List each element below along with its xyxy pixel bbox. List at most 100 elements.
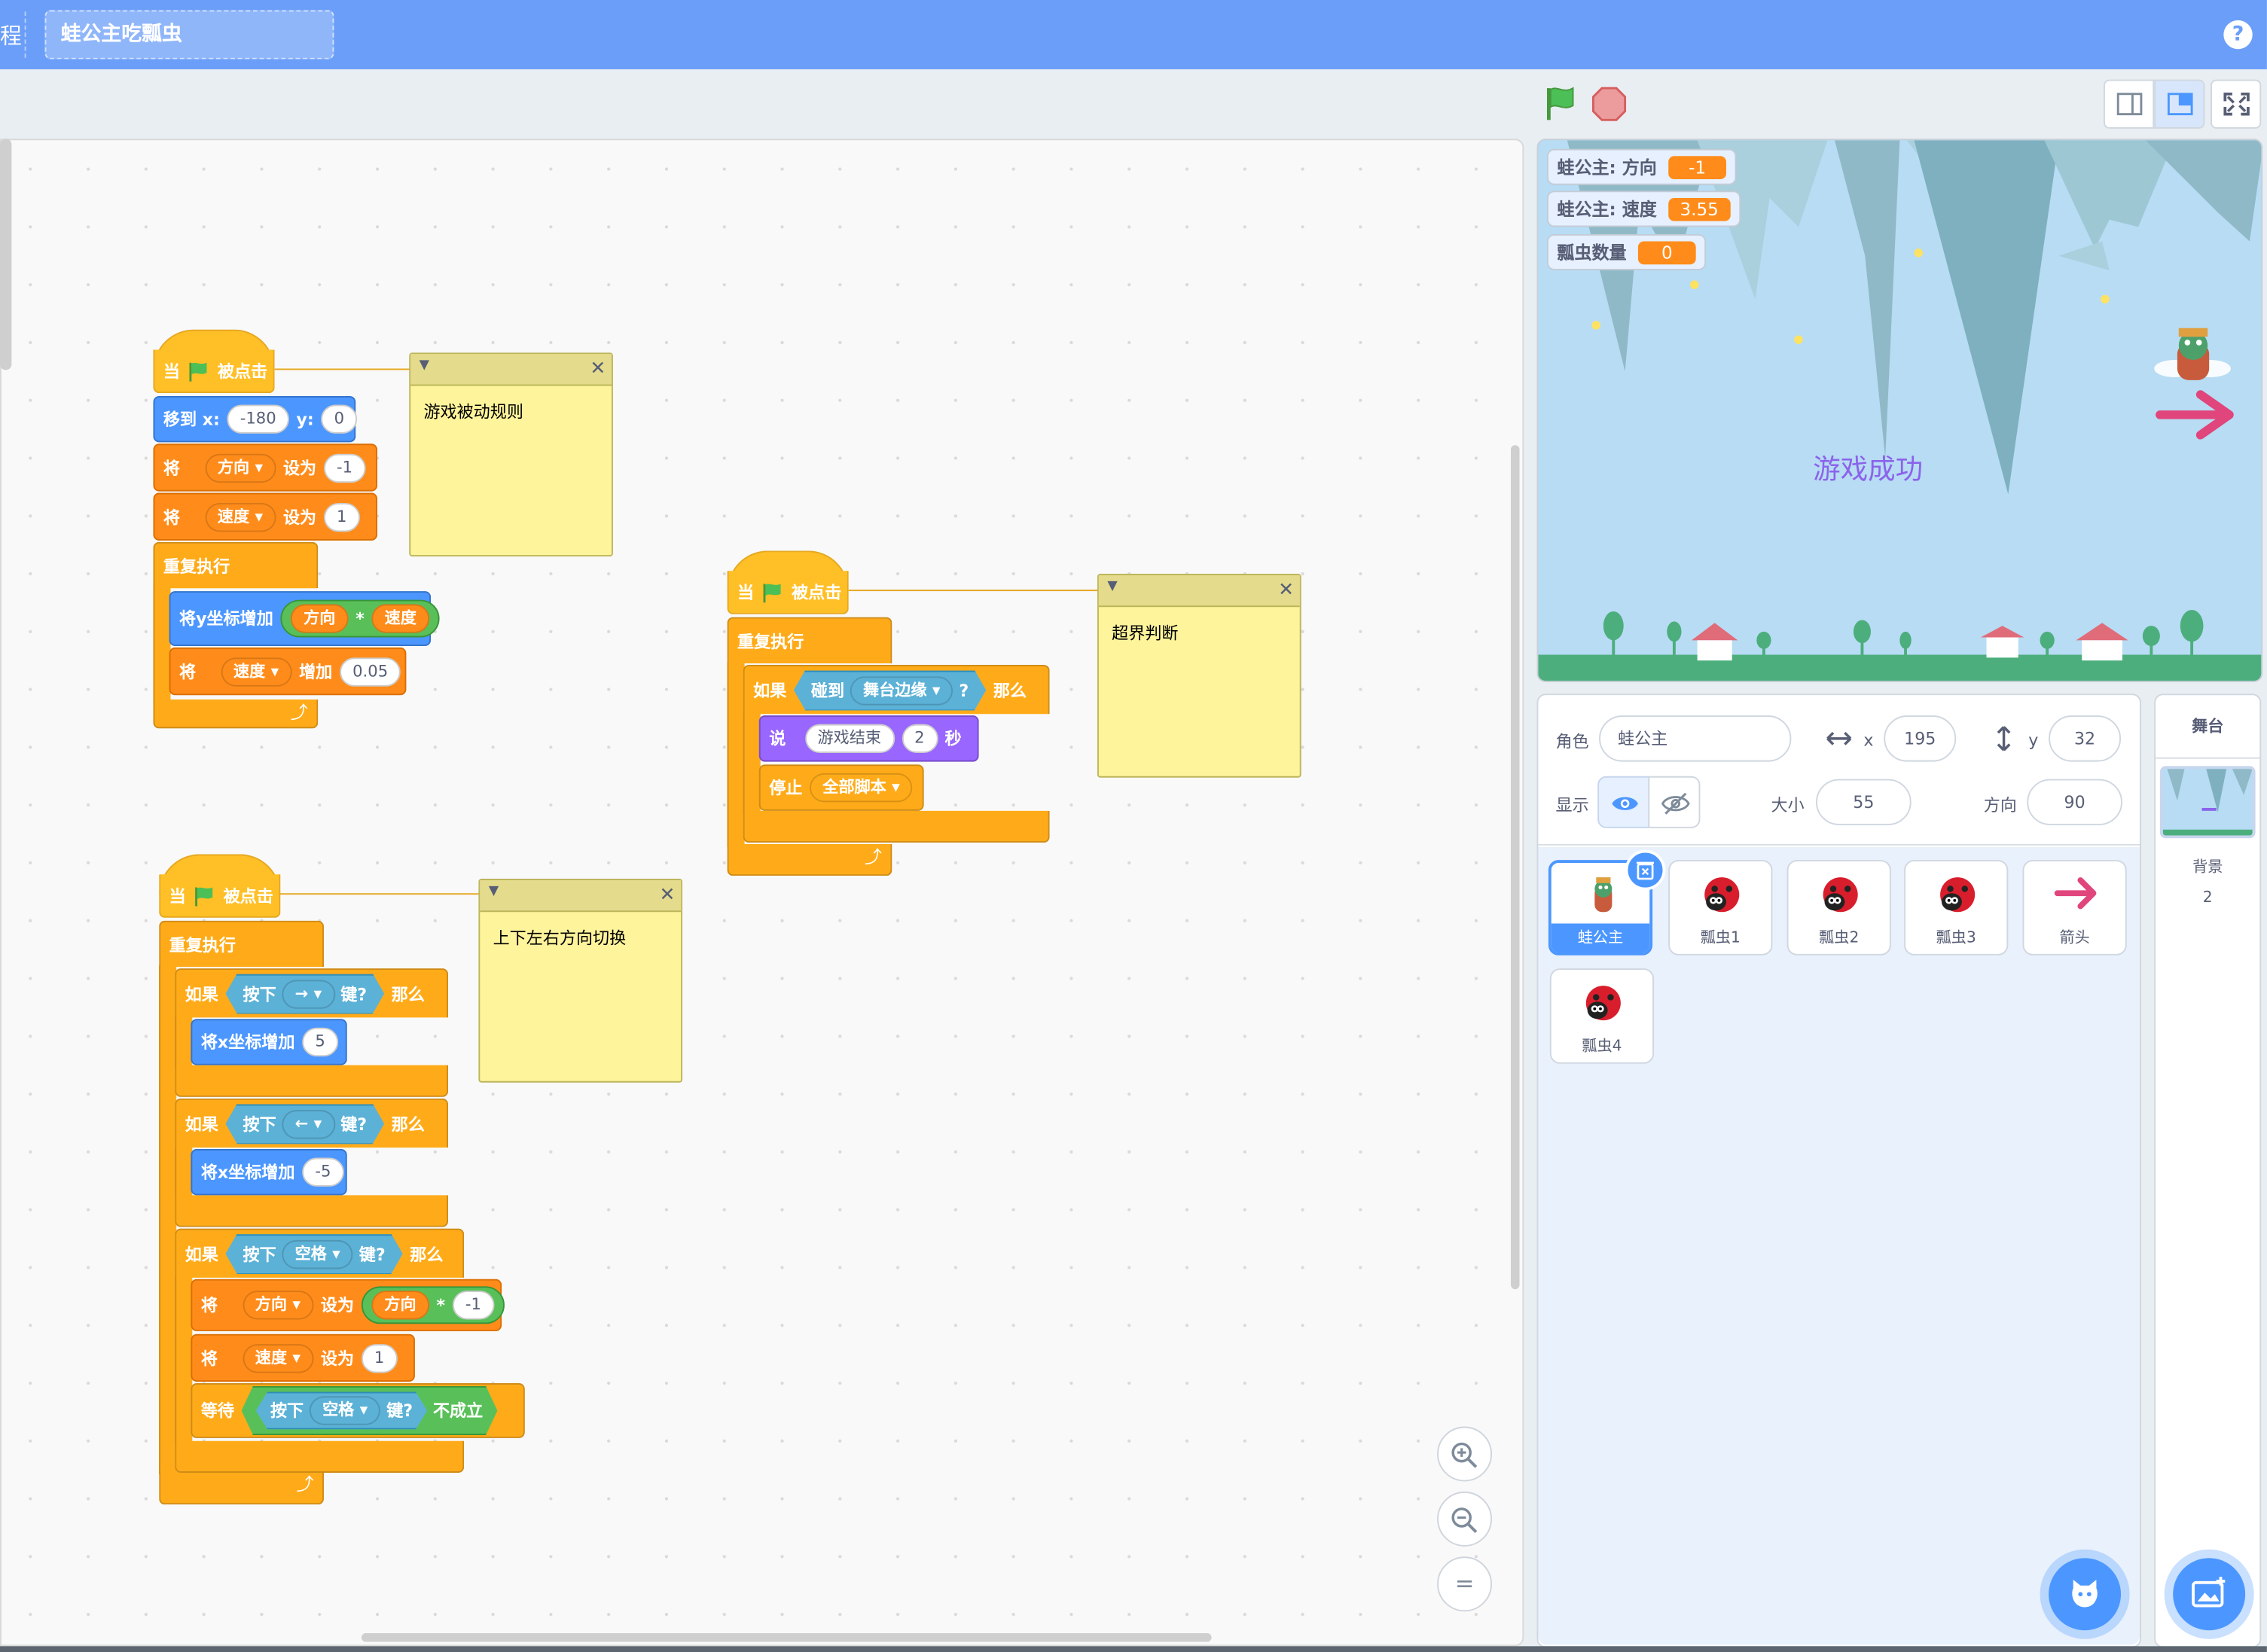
stop-option-dropdown[interactable]: 全部脚本 ▾: [809, 773, 913, 803]
close-icon[interactable]: ✕: [660, 885, 676, 907]
small-stage-button[interactable]: [2104, 79, 2155, 129]
speed-reporter[interactable]: 速度: [371, 604, 430, 633]
when-flag-clicked-block[interactable]: 当 被点击: [153, 349, 275, 394]
comment-note[interactable]: ▼ ✕ 上下左右方向切换: [478, 879, 683, 1083]
say-secs-input[interactable]: 2: [901, 724, 938, 754]
help-icon[interactable]: ?: [2223, 20, 2253, 50]
change-y-block[interactable]: 将y坐标增加 方向 * 速度: [169, 591, 440, 647]
sprite-tile[interactable]: 瓢虫4: [1549, 968, 1655, 1064]
zoom-out-button[interactable]: [1437, 1491, 1493, 1547]
x-input[interactable]: 195: [1884, 715, 1957, 762]
collapse-icon[interactable]: ▼: [1107, 580, 1117, 594]
not-operator[interactable]: 按下 空格 ▾ 键? 不成立: [242, 1386, 498, 1435]
set-speed-block[interactable]: 将 速度 ▾ 设为 1: [153, 492, 378, 541]
stop-icon[interactable]: [1591, 87, 1627, 121]
key-pressed-condition[interactable]: 按下 → ▾ 键?: [225, 974, 384, 1014]
fullscreen-button[interactable]: [2211, 79, 2262, 129]
goto-x-input[interactable]: -180: [227, 404, 289, 434]
if-then-block[interactable]: 如果 碰到 舞台边缘 ▾ ? 那么: [743, 664, 1050, 715]
close-icon[interactable]: ✕: [1278, 580, 1294, 602]
key-pressed-condition[interactable]: 按下 ← ▾ 键?: [225, 1104, 384, 1145]
comment-note[interactable]: ▼ ✕ 超界判断: [1097, 574, 1301, 778]
menu-tutorial-label[interactable]: 程: [0, 20, 22, 50]
comment-header[interactable]: ▼ ✕: [1098, 575, 1300, 608]
palette-scrollbar[interactable]: [0, 139, 12, 370]
variable-dropdown[interactable]: 方向 ▾: [204, 453, 276, 483]
touching-target-dropdown[interactable]: 舞台边缘 ▾: [850, 675, 953, 704]
forever-block[interactable]: 重复执行: [727, 617, 892, 664]
sprite-tile[interactable]: 瓢虫2: [1786, 860, 1891, 956]
negate-value-input[interactable]: -1: [452, 1291, 495, 1320]
change-x-block[interactable]: 将x坐标增加 5: [191, 1019, 347, 1065]
normal-stage-button[interactable]: [2154, 79, 2205, 129]
variable-dropdown[interactable]: 速度 ▾: [204, 502, 276, 532]
speed-value-input[interactable]: 1: [323, 502, 360, 532]
multiply-operator[interactable]: 方向 * -1: [361, 1286, 505, 1324]
variable-monitor[interactable]: 蛙公主: 方向 -1: [1546, 148, 1737, 185]
if-key-right-block[interactable]: 如果 按下 → ▾ 键? 那么: [175, 968, 449, 1018]
set-direction-block[interactable]: 将 方向 ▾ 设为 -1: [153, 443, 378, 492]
comment-header[interactable]: ▼ ✕: [410, 354, 612, 386]
close-icon[interactable]: ✕: [590, 358, 606, 380]
green-flag-icon[interactable]: [1541, 84, 1582, 124]
set-direction-block[interactable]: 将 方向 ▾ 设为 方向 * -1: [191, 1279, 505, 1331]
collapse-icon[interactable]: ▼: [420, 358, 429, 373]
add-backdrop-button[interactable]: [2173, 1558, 2246, 1631]
key-dropdown[interactable]: → ▾: [282, 979, 334, 1007]
direction-reporter[interactable]: 方向: [290, 604, 349, 633]
sprite-tile[interactable]: 瓢虫1: [1668, 860, 1773, 956]
goto-y-input[interactable]: 0: [321, 404, 358, 434]
sprite-tile[interactable]: 瓢虫3: [1904, 860, 2009, 956]
workspace-vertical-scrollbar[interactable]: [1510, 445, 1520, 1290]
y-input[interactable]: 32: [2049, 715, 2122, 762]
say-text-input[interactable]: 游戏结束: [804, 724, 895, 754]
when-flag-clicked-block[interactable]: 当 被点击: [159, 874, 281, 918]
comment-text[interactable]: 上下左右方向切换: [480, 912, 681, 964]
key-dropdown[interactable]: ← ▾: [282, 1109, 334, 1138]
project-title-input[interactable]: 蛙公主吃瓢虫: [44, 10, 334, 59]
zoom-in-button[interactable]: [1437, 1426, 1493, 1482]
key-dropdown[interactable]: 空格 ▾: [282, 1239, 353, 1268]
if-key-space-block[interactable]: 如果 按下 空格 ▾ 键? 那么: [175, 1228, 465, 1278]
wait-until-block[interactable]: 等待 按下 空格 ▾ 键? 不成立: [191, 1382, 525, 1438]
variable-dropdown[interactable]: 速度 ▾: [220, 657, 292, 686]
multiply-operator[interactable]: 方向 * 速度: [280, 599, 440, 638]
variable-monitor[interactable]: 瓢虫数量 0: [1546, 233, 1707, 270]
direction-input[interactable]: 90: [2027, 779, 2122, 826]
comment-header[interactable]: ▼ ✕: [480, 879, 682, 913]
change-x-input[interactable]: 5: [302, 1027, 339, 1057]
forever-block[interactable]: 重复执行: [153, 541, 319, 589]
comment-text[interactable]: 超界判断: [1099, 607, 1300, 659]
touching-condition[interactable]: 碰到 舞台边缘 ▾ ?: [794, 670, 986, 711]
comment-text[interactable]: 游戏被动规则: [410, 386, 612, 438]
collapse-icon[interactable]: ▼: [489, 885, 499, 899]
change-value-input[interactable]: 0.05: [339, 657, 401, 686]
direction-reporter[interactable]: 方向: [371, 1291, 429, 1320]
comment-note[interactable]: ▼ ✕ 游戏被动规则: [409, 352, 613, 557]
show-hidden-button[interactable]: [1648, 776, 1701, 828]
variable-monitor[interactable]: 蛙公主: 速度 3.55: [1546, 190, 1741, 227]
workspace-horizontal-scrollbar[interactable]: [361, 1633, 1212, 1642]
if-key-left-block[interactable]: 如果 按下 ← ▾ 键? 那么: [175, 1098, 449, 1148]
say-for-secs-block[interactable]: 说 游戏结束 2 秒: [758, 715, 979, 762]
variable-dropdown[interactable]: 速度 ▾: [242, 1343, 314, 1373]
sprite-name-input[interactable]: 蛙公主: [1599, 715, 1792, 762]
stop-block[interactable]: 停止 全部脚本 ▾: [758, 764, 924, 811]
direction-value-input[interactable]: -1: [323, 453, 366, 483]
variable-dropdown[interactable]: 方向 ▾: [242, 1291, 314, 1320]
key-pressed-condition[interactable]: 按下 空格 ▾ 键?: [256, 1391, 428, 1429]
set-speed-block[interactable]: 将 速度 ▾ 设为 1: [191, 1333, 415, 1382]
delete-sprite-icon[interactable]: [1625, 849, 1666, 891]
change-x-block[interactable]: 将x坐标增加 -5: [191, 1149, 347, 1196]
change-x-input[interactable]: -5: [302, 1157, 344, 1187]
forever-block[interactable]: 重复执行: [159, 920, 324, 968]
add-sprite-button[interactable]: [2049, 1558, 2122, 1631]
size-input[interactable]: 55: [1816, 779, 1912, 826]
when-flag-clicked-block[interactable]: 当 被点击: [727, 571, 849, 614]
show-visible-button[interactable]: [1597, 776, 1650, 828]
stage-canvas[interactable]: 蛙公主: 方向 -1 蛙公主: 速度 3.55 瓢虫数量 0 游戏成功: [1536, 139, 2263, 683]
change-speed-block[interactable]: 将 速度 ▾ 增加 0.05: [169, 647, 407, 696]
goto-xy-block[interactable]: 移到 x: -180 y: 0: [153, 395, 358, 443]
key-pressed-condition[interactable]: 按下 空格 ▾ 键?: [225, 1233, 402, 1274]
speed-value-input[interactable]: 1: [361, 1343, 398, 1373]
